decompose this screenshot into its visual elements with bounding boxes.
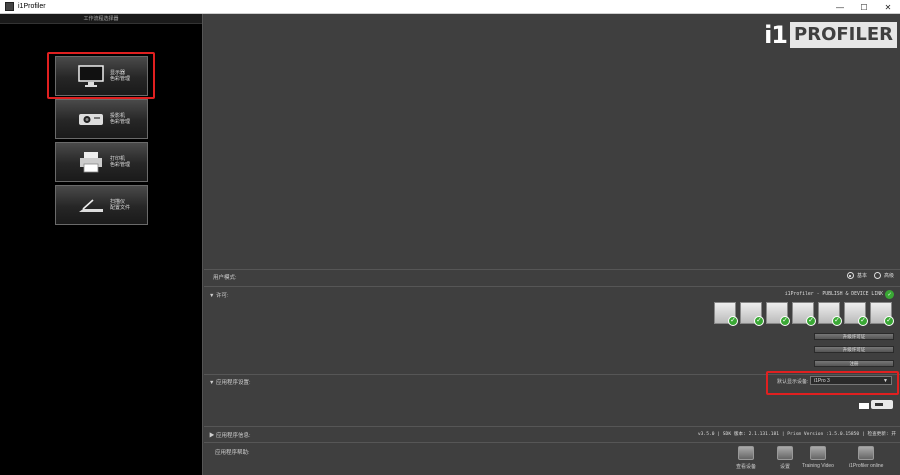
divider xyxy=(204,426,900,427)
workflow-sublabel: 色彩管理 xyxy=(110,119,131,125)
device-instrument-icon xyxy=(859,400,893,410)
register-button[interactable]: 注册 xyxy=(814,360,894,367)
divider xyxy=(204,442,900,443)
default-device-value: i1Pro 3 xyxy=(814,378,830,384)
workflow-sublabel: 配置文件 xyxy=(110,205,131,211)
license-section-toggle[interactable]: ▼ 许可: xyxy=(209,291,229,299)
upgrade-license-button[interactable]: 升级许可证 xyxy=(814,333,894,340)
workflow-button-scanner[interactable]: 扫描仪 配置文件 xyxy=(55,185,148,225)
app-settings-section-toggle[interactable]: ▼ 应用程序设置: xyxy=(209,378,251,386)
training-video-label: Training Video xyxy=(802,463,834,469)
monitor-edit-icon: ✓ xyxy=(740,302,764,326)
check-icon: ✓ xyxy=(754,316,764,326)
license-status: i1Profiler - PUBLISH & DEVICE LINK ✓ xyxy=(785,290,894,299)
radio-advanced-label: 高级 xyxy=(883,273,894,279)
app-help-label: 应用程序帮助: xyxy=(215,450,250,456)
view-device-label: 查看设备 xyxy=(736,464,757,470)
globe-icon xyxy=(858,446,875,460)
i1profiler-online-label: i1Profiler online xyxy=(849,463,884,469)
check-icon: ✓ xyxy=(858,316,868,326)
radio-advanced[interactable] xyxy=(873,272,881,279)
radio-basic[interactable] xyxy=(846,272,854,279)
workflow-panel-header: 工作流程选择器 xyxy=(0,14,202,24)
check-icon: ✓ xyxy=(832,316,842,326)
settings-label: 设置 xyxy=(779,464,790,470)
app-icon xyxy=(5,2,14,11)
video-icon xyxy=(809,446,826,460)
settings-button[interactable]: 设置 xyxy=(777,446,793,470)
divider xyxy=(204,286,900,287)
minimize-button[interactable]: — xyxy=(828,0,852,14)
upgrade-license-button-2[interactable]: 升级许可证 xyxy=(814,346,894,353)
check-icon: ✓ xyxy=(806,316,816,326)
monitor-icon: ✓ xyxy=(714,302,738,326)
logo-profiler: PROFILER xyxy=(790,22,897,48)
projector-icon xyxy=(76,106,106,132)
default-device-label: 默认显示设备: xyxy=(777,379,809,385)
title-bar: i1Profiler — ☐ ✕ xyxy=(0,0,900,14)
scanner-icon xyxy=(76,192,106,218)
default-device-select[interactable]: i1Pro 3 ▼ xyxy=(810,376,892,385)
app-info-section-toggle[interactable]: ▶ 应用程序信息: xyxy=(209,431,251,439)
workflow-button-printer[interactable]: 打印机 色彩管理 xyxy=(55,142,148,182)
workflow-sublabel: 色彩管理 xyxy=(110,162,131,168)
view-device-button[interactable]: 查看设备 xyxy=(736,446,756,470)
window-title: i1Profiler xyxy=(18,3,46,10)
licensed-devices: ✓ ✓ ✓ ✓ ✓ ✓ ✓ xyxy=(714,302,894,326)
check-icon: ✓ xyxy=(780,316,790,326)
workflow-button-display[interactable]: 显示器 色彩管理 xyxy=(55,56,148,96)
printer-icon: ✓ xyxy=(792,302,816,326)
app-info-text: v3.5.0 | SDK 版本: 2.1.131.181 | Prism Ver… xyxy=(697,432,896,437)
printer-icon: ✓ xyxy=(844,302,868,326)
main-panel: i1 PROFILER 用户模式: 基本 高级 ▼ 许可: i1Profiler… xyxy=(204,14,900,475)
training-video-button[interactable]: Training Video xyxy=(802,446,834,469)
logo-i1: i1 xyxy=(764,21,788,49)
close-button[interactable]: ✕ xyxy=(876,0,900,14)
user-mode-options: 基本 高级 xyxy=(846,272,894,279)
radio-basic-label: 基本 xyxy=(856,273,867,279)
workflow-panel: 工作流程选择器 显示器 色彩管理 投影机 色彩管理 打印机 色彩管理 扫描仪 配… xyxy=(0,14,203,475)
user-mode-label: 用户模式: xyxy=(213,275,237,281)
chevron-down-icon: ▼ xyxy=(883,378,888,384)
check-icon: ✓ xyxy=(728,316,738,326)
i1profiler-logo: i1 PROFILER xyxy=(764,22,897,48)
monitor-icon xyxy=(76,63,106,89)
divider xyxy=(204,374,900,375)
projector-icon: ✓ xyxy=(766,302,790,326)
device-icon xyxy=(738,446,754,460)
divider xyxy=(204,269,900,270)
check-icon: ✓ xyxy=(884,316,894,326)
workflow-button-projector[interactable]: 投影机 色彩管理 xyxy=(55,99,148,139)
gear-icon xyxy=(777,446,793,460)
check-icon: ✓ xyxy=(885,290,894,299)
window-controls: — ☐ ✕ xyxy=(828,0,900,14)
printer-icon xyxy=(76,149,106,175)
license-status-text: i1Profiler - PUBLISH & DEVICE LINK xyxy=(784,292,883,297)
workflow-sublabel: 色彩管理 xyxy=(110,76,131,82)
i1profiler-online-button[interactable]: i1Profiler online xyxy=(849,446,883,469)
printer-icon: ✓ xyxy=(818,302,842,326)
maximize-button[interactable]: ☐ xyxy=(852,0,876,14)
scanner-icon: ✓ xyxy=(870,302,894,326)
